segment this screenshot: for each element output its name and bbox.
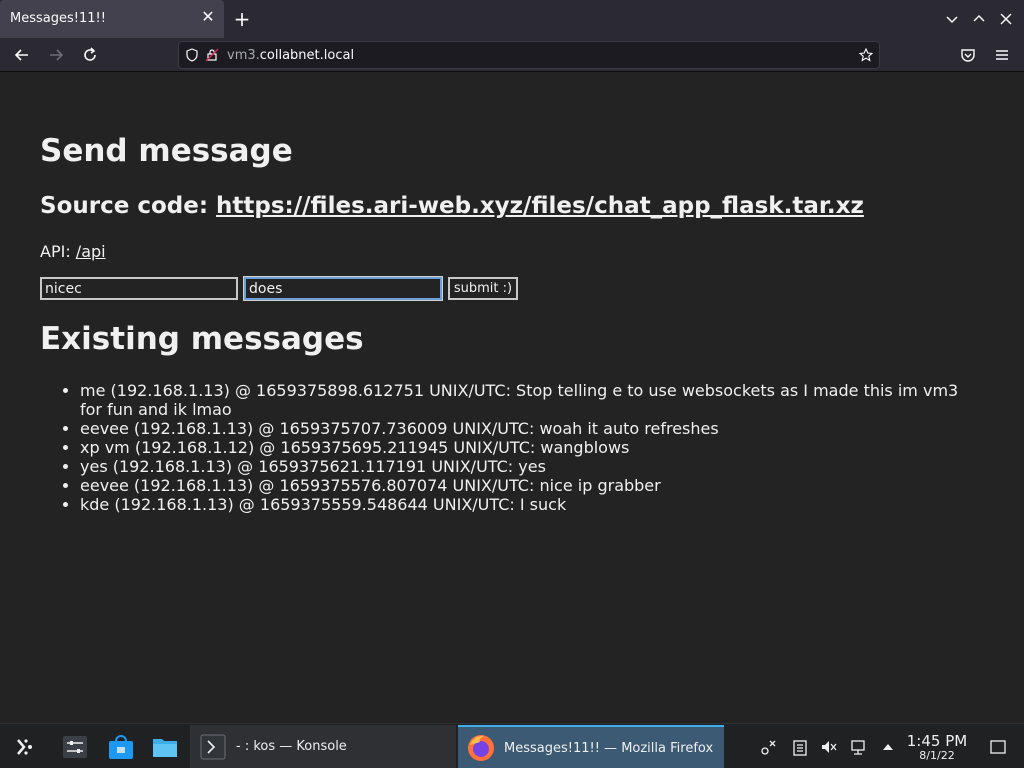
- source-code-link[interactable]: https://files.ari-web.xyz/files/chat_app…: [216, 193, 864, 219]
- forward-icon[interactable]: [46, 45, 66, 65]
- browser-tab[interactable]: Messages!11!! ✕: [0, 0, 224, 38]
- existing-messages-heading: Existing messages: [40, 321, 364, 357]
- file-manager-icon[interactable]: [152, 734, 178, 760]
- url-text: vm3.collabnet.local: [227, 48, 355, 63]
- message-list: me (192.168.1.13) @ 1659375898.612751 UN…: [80, 381, 980, 514]
- clock-date[interactable]: 8/1/22: [904, 749, 970, 762]
- list-item: me (192.168.1.13) @ 1659375898.612751 UN…: [80, 381, 980, 419]
- tab-title: Messages!11!!: [10, 11, 106, 26]
- task-konsole-label: - : kos — Konsole: [236, 739, 347, 754]
- network-icon[interactable]: [850, 738, 868, 756]
- source-code-heading: Source code: https://files.ari-web.xyz/f…: [40, 193, 864, 219]
- tab-list-icon[interactable]: [944, 11, 960, 27]
- terminal-icon: [200, 734, 226, 760]
- menu-icon[interactable]: [992, 45, 1012, 65]
- application-launcher-icon[interactable]: [12, 734, 38, 760]
- firefox-icon: [468, 735, 494, 761]
- url-bar[interactable]: vm3.collabnet.local: [178, 41, 880, 69]
- page-title: Send message: [40, 133, 293, 169]
- taskbar: - : kos — Konsole Messages!11!! — Mozill…: [0, 723, 1024, 768]
- back-icon[interactable]: [12, 45, 32, 65]
- close-window-icon[interactable]: [998, 11, 1014, 27]
- close-tab-icon[interactable]: ✕: [200, 9, 216, 25]
- insecure-lock-icon[interactable]: [205, 48, 219, 62]
- task-firefox[interactable]: Messages!11!! — Mozilla Firefox: [458, 725, 724, 768]
- list-item: kde (192.168.1.13) @ 1659375559.548644 U…: [80, 495, 980, 514]
- task-konsole[interactable]: - : kos — Konsole: [190, 725, 456, 768]
- maximize-icon[interactable]: [971, 11, 987, 27]
- pocket-icon[interactable]: [958, 45, 978, 65]
- list-item: eevee (192.168.1.13) @ 1659375576.807074…: [80, 476, 980, 495]
- page-content: Send message Source code: https://files.…: [0, 73, 1024, 723]
- discover-store-icon[interactable]: [108, 734, 134, 760]
- api-label: API:: [40, 242, 76, 261]
- api-link[interactable]: /api: [76, 242, 106, 261]
- task-firefox-label: Messages!11!! — Mozilla Firefox: [504, 741, 714, 756]
- submit-button[interactable]: submit :): [448, 277, 518, 300]
- system-settings-icon[interactable]: [62, 734, 88, 760]
- show-desktop-icon[interactable]: [989, 738, 1007, 756]
- source-code-label: Source code:: [40, 193, 217, 219]
- bookmark-star-icon[interactable]: [859, 48, 873, 62]
- network-share-icon[interactable]: [760, 738, 778, 756]
- list-item: xp vm (192.168.1.12) @ 1659375695.211945…: [80, 438, 980, 457]
- expand-tray-icon[interactable]: [879, 738, 897, 756]
- username-input[interactable]: [40, 277, 238, 300]
- navigation-bar: vm3.collabnet.local: [0, 38, 1024, 72]
- api-line: API: /api: [40, 242, 106, 261]
- clipboard-icon[interactable]: [791, 738, 809, 756]
- browser-tab-bar: Messages!11!! ✕ +: [0, 0, 1024, 38]
- clock-time[interactable]: 1:45 PM: [904, 732, 970, 750]
- reload-icon[interactable]: [80, 45, 100, 65]
- list-item: yes (192.168.1.13) @ 1659375621.117191 U…: [80, 457, 980, 476]
- list-item: eevee (192.168.1.13) @ 1659375707.736009…: [80, 419, 980, 438]
- new-tab-icon[interactable]: +: [232, 9, 252, 29]
- shield-icon[interactable]: [185, 48, 199, 62]
- message-input[interactable]: [243, 276, 443, 301]
- volume-muted-icon[interactable]: [820, 738, 838, 756]
